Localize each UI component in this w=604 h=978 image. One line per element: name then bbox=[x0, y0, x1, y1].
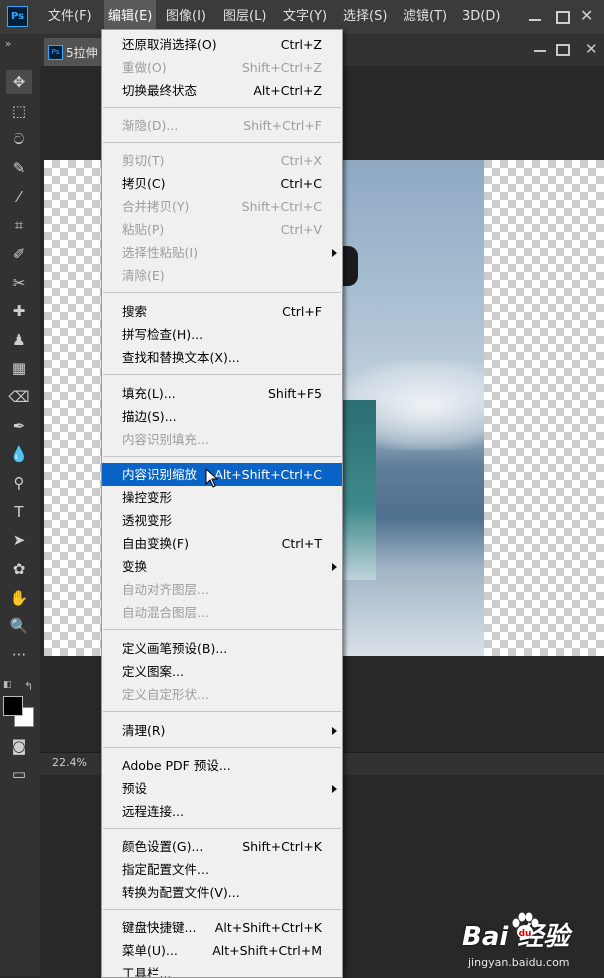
dodge-tool-icon[interactable]: ⚲ bbox=[6, 471, 32, 495]
menu-item-purge[interactable]: 清理(R) bbox=[102, 719, 342, 742]
quick-mask-icon[interactable]: ◙ bbox=[6, 734, 32, 758]
menu-item-define-pattern[interactable]: 定义图案... bbox=[102, 660, 342, 683]
hand-tool-icon[interactable]: ✋ bbox=[6, 586, 32, 610]
collapse-toolbar-icon[interactable]: » bbox=[5, 39, 11, 50]
swap-colors-icon[interactable]: ↰ bbox=[24, 680, 33, 693]
menu-separator bbox=[103, 142, 341, 143]
zoom-level[interactable]: 22.4% bbox=[52, 756, 87, 769]
menu-item-define-custom-shape[interactable]: 定义自定形状... bbox=[102, 683, 342, 706]
menu-separator bbox=[103, 629, 341, 630]
menu-item-content-aware-scale[interactable]: 内容识别缩放 Alt+Shift+Ctrl+C bbox=[102, 463, 342, 486]
foreground-color-swatch[interactable] bbox=[3, 696, 23, 716]
clone-stamp-tool-icon[interactable]: ♟ bbox=[6, 328, 32, 352]
edit-menu-dropdown: 还原取消选择(O) Ctrl+Z 重做(O) Shift+Ctrl+Z 切换最终状态… bbox=[101, 29, 343, 978]
maximize-icon[interactable] bbox=[556, 11, 570, 24]
menu-separator bbox=[103, 828, 341, 829]
menu-item-undo[interactable]: 还原取消选择(O) Ctrl+Z bbox=[102, 33, 342, 56]
menu-item-color-settings[interactable]: 颜色设置(G)... Shift+Ctrl+K bbox=[102, 835, 342, 858]
menu-3d[interactable]: 3D(D) bbox=[462, 0, 500, 34]
menu-item-fade[interactable]: 渐隐(D)... Shift+Ctrl+F bbox=[102, 114, 342, 137]
menu-select[interactable]: 选择(S) bbox=[343, 0, 387, 34]
watermark-url: jingyan.baidu.com bbox=[468, 956, 570, 969]
menu-item-convert-to-profile[interactable]: 转换为配置文件(V)... bbox=[102, 881, 342, 904]
menu-item-check-spelling[interactable]: 拼写检查(H)... bbox=[102, 323, 342, 346]
document-tab-label: 5拉伸 bbox=[66, 46, 98, 60]
document-close-icon[interactable]: ✕ bbox=[585, 40, 598, 58]
menu-separator bbox=[103, 292, 341, 293]
menu-item-free-transform[interactable]: 自由变换(F) Ctrl+T bbox=[102, 532, 342, 555]
ps-document-icon: Ps bbox=[48, 45, 63, 60]
document-minimize-icon[interactable] bbox=[534, 50, 546, 52]
tools-panel: » ✥ ⬚ ට ✎ ⁄ ⌗ ✐ ✂ ✚ ♟ ▦ ⌫ ✒ 💧 ⚲ T ➤ ✿ ✋ … bbox=[0, 34, 40, 976]
menu-filter[interactable]: 滤镜(T) bbox=[403, 0, 447, 34]
submenu-arrow-icon bbox=[332, 785, 337, 793]
document-maximize-icon[interactable] bbox=[556, 44, 570, 56]
menu-item-cut[interactable]: 剪切(T) Ctrl+X bbox=[102, 149, 342, 172]
menu-item-transform[interactable]: 变换 bbox=[102, 555, 342, 578]
submenu-arrow-icon bbox=[332, 249, 337, 257]
path-select-tool-icon[interactable]: ➤ bbox=[6, 528, 32, 552]
menu-item-remote-connections[interactable]: 远程连接... bbox=[102, 800, 342, 823]
photoshop-logo-icon: Ps bbox=[7, 6, 28, 27]
blur-tool-icon[interactable]: 💧 bbox=[6, 442, 32, 466]
healing-brush-tool-icon[interactable]: ✂ bbox=[6, 271, 32, 295]
menu-item-auto-align-layers[interactable]: 自动对齐图层... bbox=[102, 578, 342, 601]
zoom-tool-icon[interactable]: 🔍 bbox=[6, 614, 32, 638]
menu-item-content-aware-fill[interactable]: 内容识别填充... bbox=[102, 428, 342, 451]
crop-tool-icon[interactable]: ⌗ bbox=[6, 213, 32, 237]
pen-tool-icon[interactable]: ✒ bbox=[6, 414, 32, 438]
screen-mode-icon[interactable]: ▭ bbox=[6, 762, 32, 786]
menu-item-define-brush[interactable]: 定义画笔预设(B)... bbox=[102, 637, 342, 660]
menu-item-search[interactable]: 搜索 Ctrl+F bbox=[102, 300, 342, 323]
menu-separator bbox=[103, 456, 341, 457]
svg-text:du: du bbox=[519, 929, 532, 939]
type-tool-icon[interactable]: T bbox=[6, 500, 32, 524]
brush-tool-icon[interactable]: ✐ bbox=[6, 242, 32, 266]
menu-separator bbox=[103, 711, 341, 712]
menu-item-adobe-pdf-presets[interactable]: Adobe PDF 预设... bbox=[102, 754, 342, 777]
menu-item-paste[interactable]: 粘贴(P) Ctrl+V bbox=[102, 218, 342, 241]
lasso-tool-icon[interactable]: ට bbox=[6, 127, 32, 151]
menu-item-fill[interactable]: 填充(L)... Shift+F5 bbox=[102, 382, 342, 405]
eraser-tool-icon[interactable]: ⌫ bbox=[6, 385, 32, 409]
baidu-jingyan-watermark: Bai 经验 du jingyan.baidu.com bbox=[462, 908, 604, 976]
minimize-icon[interactable] bbox=[528, 9, 542, 23]
menu-item-menus[interactable]: 菜单(U)... Alt+Shift+Ctrl+M bbox=[102, 939, 342, 962]
default-colors-icon[interactable]: ◧ bbox=[3, 680, 12, 690]
bandage-tool-icon[interactable]: ✚ bbox=[6, 299, 32, 323]
menu-separator bbox=[103, 107, 341, 108]
gradient-tool-icon[interactable]: ▦ bbox=[6, 356, 32, 380]
move-tool-icon[interactable]: ✥ bbox=[6, 70, 32, 94]
custom-shape-tool-icon[interactable]: ✿ bbox=[6, 557, 32, 581]
close-icon[interactable]: ✕ bbox=[580, 8, 594, 24]
menu-item-copy-merged[interactable]: 合并拷贝(Y) Shift+Ctrl+C bbox=[102, 195, 342, 218]
photo-figure bbox=[340, 400, 376, 580]
baidu-paw-icon: du bbox=[512, 912, 539, 939]
menu-item-puppet-warp[interactable]: 操控变形 bbox=[102, 486, 342, 509]
menu-item-redo[interactable]: 重做(O) Shift+Ctrl+Z bbox=[102, 56, 342, 79]
mouse-cursor-icon bbox=[205, 468, 219, 488]
menu-file[interactable]: 文件(F) bbox=[48, 0, 92, 34]
menu-item-assign-profile[interactable]: 指定配置文件... bbox=[102, 858, 342, 881]
quick-select-tool-icon[interactable]: ✎ bbox=[6, 156, 32, 180]
marquee-tool-icon[interactable]: ⬚ bbox=[6, 99, 32, 123]
submenu-arrow-icon bbox=[332, 727, 337, 735]
photo-layer[interactable] bbox=[340, 160, 484, 656]
menu-separator bbox=[103, 909, 341, 910]
menu-item-clear[interactable]: 清除(E) bbox=[102, 264, 342, 287]
menu-item-find-replace[interactable]: 查找和替换文本(X)... bbox=[102, 346, 342, 369]
menu-item-toggle-last-state[interactable]: 切换最终状态 Alt+Ctrl+Z bbox=[102, 79, 342, 102]
more-tools-icon[interactable]: ··· bbox=[6, 643, 32, 667]
menu-item-paste-special[interactable]: 选择性粘贴(I) bbox=[102, 241, 342, 264]
menu-item-keyboard-shortcuts[interactable]: 键盘快捷键... Alt+Shift+Ctrl+K bbox=[102, 916, 342, 939]
menu-separator bbox=[103, 747, 341, 748]
menu-item-presets[interactable]: 预设 bbox=[102, 777, 342, 800]
menu-item-stroke[interactable]: 描边(S)... bbox=[102, 405, 342, 428]
menu-separator bbox=[103, 374, 341, 375]
menu-item-perspective-warp[interactable]: 透视变形 bbox=[102, 509, 342, 532]
submenu-arrow-icon bbox=[332, 563, 337, 571]
menu-item-copy[interactable]: 拷贝(C) Ctrl+C bbox=[102, 172, 342, 195]
eyedropper-tool-icon[interactable]: ⁄ bbox=[6, 185, 32, 209]
menu-item-auto-blend-layers[interactable]: 自动混合图层... bbox=[102, 601, 342, 624]
